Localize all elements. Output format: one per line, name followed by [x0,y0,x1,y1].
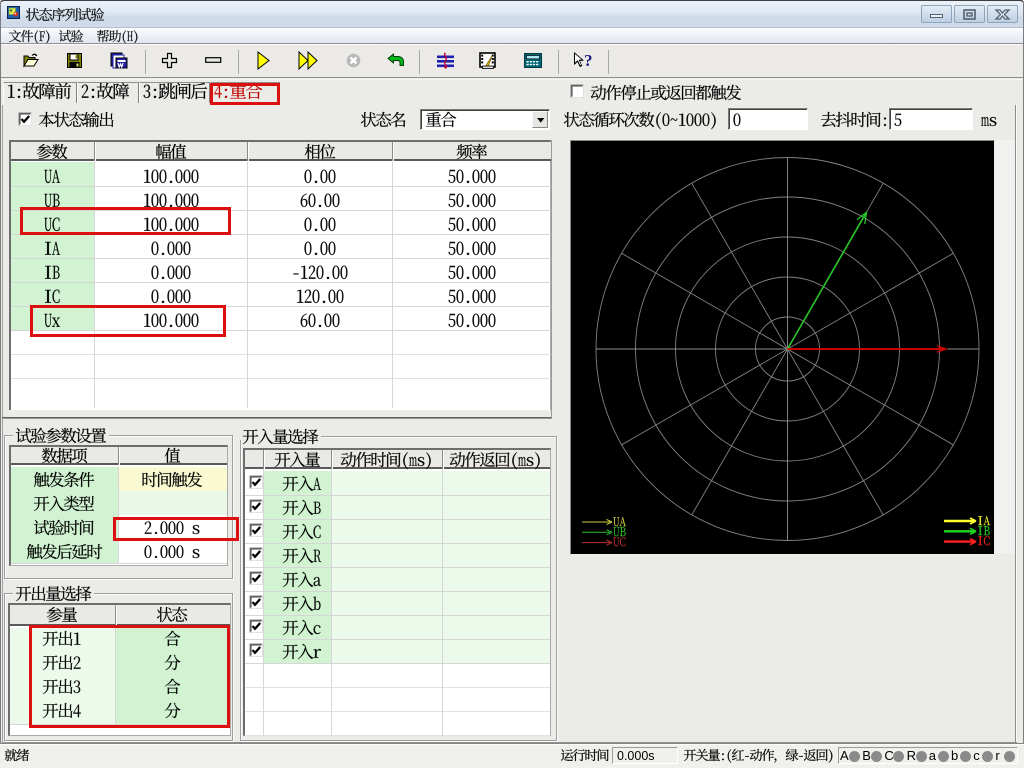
svg-text:?: ? [584,51,593,70]
